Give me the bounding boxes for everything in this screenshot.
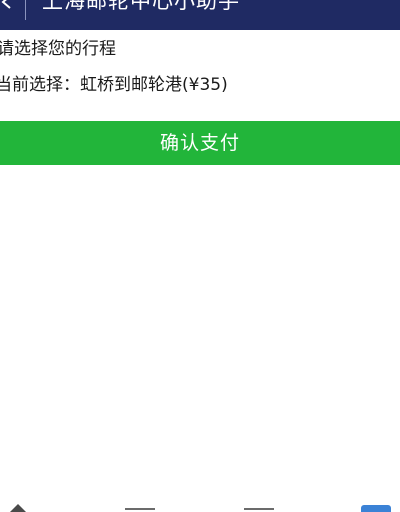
- bottom-tab-back[interactable]: [6, 504, 30, 512]
- page: 上海邮轮中心小助手 请选择您的行程 当前选择：虹桥到邮轮港(¥35) 确认支付: [0, 0, 400, 512]
- back-button[interactable]: [0, 0, 18, 13]
- bottom-tab-3[interactable]: [244, 504, 274, 512]
- bottom-tab-bar: [0, 504, 400, 512]
- chevron-left-icon: [1, 0, 11, 9]
- confirm-payment-button[interactable]: 确认支付: [0, 121, 400, 165]
- nav-divider: [25, 0, 26, 20]
- window-icon: [244, 508, 274, 510]
- section-title: 请选择您的行程: [0, 39, 116, 59]
- page-title: 上海邮轮中心小助手: [42, 0, 240, 13]
- back-icon: [10, 504, 26, 512]
- window-icon: [125, 508, 155, 510]
- app-icon: [361, 505, 391, 512]
- nav-bar: 上海邮轮中心小助手: [0, 0, 400, 30]
- bottom-tab-2[interactable]: [125, 504, 155, 512]
- bottom-tab-4[interactable]: [361, 504, 391, 512]
- current-selection: 当前选择：虹桥到邮轮港(¥35): [0, 75, 228, 95]
